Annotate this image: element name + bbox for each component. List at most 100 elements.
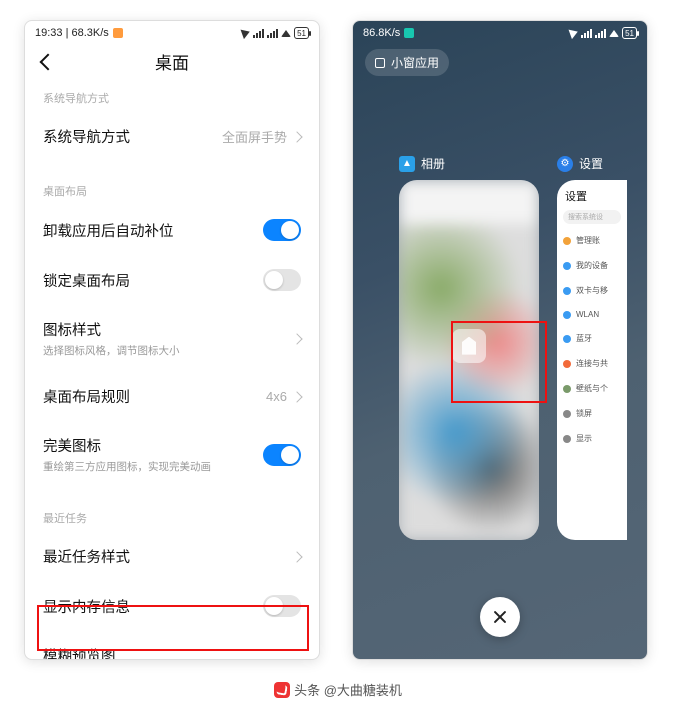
clear-all-button[interactable] (480, 597, 520, 637)
section-recent: 最近任务 (25, 500, 319, 532)
item-icon (563, 435, 571, 443)
item-label: 锁屏 (576, 408, 592, 419)
toggle-perfect-icon[interactable] (263, 444, 301, 466)
row-system-nav[interactable]: 系统导航方式 全面屏手势 (25, 112, 319, 161)
recent-card-settings[interactable]: 设置 搜索系统设 管理账我的设备双卡与移 WLAN 蓝牙连接与共壁纸与个锁屏显示 (557, 180, 627, 540)
settings-list-item[interactable]: 我的设备 (557, 253, 627, 278)
battery-icon: 51 (294, 27, 309, 39)
section-nav: 系统导航方式 (25, 80, 319, 112)
signal-icon (253, 29, 264, 38)
item-label: 连接与共 (576, 358, 608, 369)
row-grid-rule[interactable]: 桌面布局规则 4x6 (25, 372, 319, 421)
card-header-settings: ⚙ 设置 (557, 155, 627, 172)
row-label: 锁定桌面布局 (43, 270, 130, 291)
recent-card-gallery[interactable] (399, 180, 539, 540)
gallery-icon: ▲ (399, 156, 415, 172)
row-label: 完美图标 (43, 435, 211, 456)
card-title: 相册 (421, 155, 445, 172)
card-title: 设置 (579, 155, 603, 172)
gear-icon: ⚙ (557, 156, 573, 172)
status-bar: 86.8K/s 51 (353, 21, 647, 39)
pill-label: 小窗应用 (391, 54, 439, 71)
settings-list-item[interactable]: 显示 (557, 426, 627, 451)
item-icon (563, 410, 571, 418)
row-label: 模糊预览图 (43, 645, 190, 660)
page-title: 桌面 (59, 49, 285, 74)
row-label: 图标样式 (43, 319, 180, 340)
settings-list-item[interactable]: 蓝牙 (557, 326, 627, 351)
item-icon (563, 385, 571, 393)
signal-icon-2 (267, 29, 278, 38)
row-value: 4x6 (266, 389, 287, 404)
mini-window-pill[interactable]: 小窗应用 (365, 49, 449, 76)
toutiao-logo-icon (274, 682, 290, 698)
item-label: WLAN (576, 310, 599, 319)
item-label: 管理账 (576, 235, 600, 246)
row-value: 全面屏手势 (222, 127, 287, 146)
back-button[interactable] (39, 52, 59, 72)
row-recent-style[interactable]: 最近任务样式 (25, 532, 319, 581)
chevron-right-icon (291, 131, 302, 142)
chevron-right-icon (291, 551, 302, 562)
row-perfect-icon[interactable]: 完美图标 重绘第三方应用图标，实现完美动画 (25, 421, 319, 488)
alarm-icon (404, 28, 414, 38)
settings-list-item[interactable]: WLAN (557, 303, 627, 326)
item-icon (563, 262, 571, 270)
toggle-mem-info[interactable] (263, 595, 301, 617)
settings-search[interactable]: 搜索系统设 (563, 210, 621, 224)
row-sub: 重绘第三方应用图标，实现完美动画 (43, 459, 211, 474)
item-label: 壁纸与个 (576, 383, 608, 394)
chevron-right-icon (291, 659, 302, 660)
row-label: 卸载应用后自动补位 (43, 220, 174, 241)
item-label: 双卡与移 (576, 285, 608, 296)
section-layout: 桌面布局 (25, 173, 319, 205)
row-label: 显示内存信息 (43, 596, 130, 617)
item-icon (563, 335, 571, 343)
settings-title: 设置 (557, 180, 627, 206)
row-label: 最近任务样式 (43, 546, 130, 567)
row-icon-style[interactable]: 图标样式 选择图标风格，调节图标大小 (25, 305, 319, 372)
item-label: 蓝牙 (576, 333, 592, 344)
wifi-icon (281, 30, 291, 37)
location-icon (569, 27, 580, 39)
row-sub: 选择图标风格，调节图标大小 (43, 343, 180, 358)
status-left: 19:33 | 68.3K/s (35, 27, 109, 39)
status-bar: 19:33 | 68.3K/s 51 (25, 21, 319, 39)
phone-left-settings: 19:33 | 68.3K/s 51 桌面 系统导航方式 系统导航方式 全面屏手… (24, 20, 320, 660)
signal-icon (581, 29, 592, 38)
settings-list-item[interactable]: 锁屏 (557, 401, 627, 426)
watermark: 头条 @大曲糖装机 (0, 680, 676, 699)
card-header-gallery: ▲ 相册 (399, 155, 539, 172)
recent-cards: ▲ 相册 ⚙ 设置 设置 搜索系统设 管理账我的设 (399, 155, 648, 599)
settings-list-item[interactable]: 双卡与移 (557, 278, 627, 303)
row-label: 系统导航方式 (43, 126, 130, 147)
chevron-right-icon (291, 333, 302, 344)
location-icon (241, 27, 252, 39)
toggle-autofill[interactable] (263, 219, 301, 241)
row-lock-layout[interactable]: 锁定桌面布局 (25, 255, 319, 305)
item-icon (563, 237, 571, 245)
row-blur-preview[interactable]: 模糊预览图 将最近任务中的预览图模糊处理 (25, 631, 319, 660)
app-center-icon (452, 329, 486, 363)
status-left: 86.8K/s (363, 27, 400, 39)
titlebar: 桌面 (25, 39, 319, 80)
signal-icon-2 (595, 29, 606, 38)
row-mem-info[interactable]: 显示内存信息 (25, 581, 319, 631)
item-icon (563, 287, 571, 295)
alarm-icon (113, 28, 123, 38)
settings-list-item[interactable]: 壁纸与个 (557, 376, 627, 401)
item-icon (563, 311, 571, 319)
wifi-icon (609, 30, 619, 37)
settings-list-item[interactable]: 连接与共 (557, 351, 627, 376)
item-icon (563, 360, 571, 368)
chevron-right-icon (291, 391, 302, 402)
settings-list-item[interactable]: 管理账 (557, 228, 627, 253)
toggle-lock-layout[interactable] (263, 269, 301, 291)
mini-window-icon (375, 58, 385, 68)
item-label: 显示 (576, 433, 592, 444)
phone-right-recents: 86.8K/s 51 小窗应用 ▲ 相册 (352, 20, 648, 660)
battery-icon: 51 (622, 27, 637, 39)
item-label: 我的设备 (576, 260, 608, 271)
row-autofill[interactable]: 卸载应用后自动补位 (25, 205, 319, 255)
row-label: 桌面布局规则 (43, 386, 130, 407)
